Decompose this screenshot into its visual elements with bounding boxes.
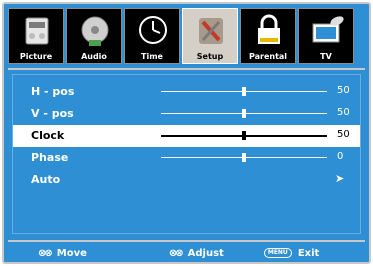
- slider-knob[interactable]: [242, 109, 246, 118]
- picture-icon: [25, 17, 49, 45]
- menu-row-v-pos[interactable]: V - pos 50: [13, 103, 360, 125]
- tab-setup[interactable]: Setup: [182, 8, 238, 64]
- tab-tv[interactable]: TV: [298, 8, 354, 64]
- satellite-tv-icon: [312, 16, 344, 43]
- footer-adjust-label: Adjust: [187, 247, 224, 259]
- menu-item-label: H - pos: [31, 85, 75, 98]
- menu-item-label: V - pos: [31, 107, 74, 120]
- updown-arrows-icon: ⊗⊗: [38, 247, 53, 259]
- menu-item-label: Auto: [31, 173, 61, 186]
- menu-row-clock[interactable]: Clock 50: [13, 125, 360, 147]
- divider: [8, 68, 365, 70]
- osd-menu-window: Picture Audio Time Setup Parental TV H -…: [2, 2, 371, 264]
- slider-knob[interactable]: [242, 131, 246, 140]
- leftright-arrows-icon: ⊗⊗: [168, 247, 184, 259]
- footer-adjust-hint: ⊗⊗ Adjust: [169, 248, 224, 259]
- menu-item-label: Clock: [31, 129, 65, 142]
- menu-row-auto[interactable]: Auto ➤: [13, 169, 360, 191]
- tab-time[interactable]: Time: [124, 8, 180, 64]
- tab-parental[interactable]: Parental: [240, 8, 296, 64]
- setup-tools-icon: [199, 18, 223, 44]
- clock-icon: [139, 16, 167, 44]
- arrow-right-icon[interactable]: ➤: [335, 172, 344, 185]
- tab-label: Parental: [248, 52, 288, 61]
- footer-exit-label: Exit: [297, 247, 320, 259]
- setup-menu-list: H - pos 50 V - pos 50 Clock 50 Phase 0 A…: [12, 74, 361, 234]
- slider-value: 50: [337, 107, 350, 118]
- slider-knob[interactable]: [242, 87, 246, 96]
- category-tab-bar: Picture Audio Time Setup Parental TV: [8, 8, 365, 64]
- audio-icon: [81, 16, 109, 46]
- footer-exit-hint: MENU Exit: [263, 247, 320, 259]
- tab-audio[interactable]: Audio: [66, 8, 122, 64]
- tab-label: TV: [320, 52, 332, 61]
- tab-label: Time: [141, 52, 163, 61]
- menu-key-icon: MENU: [263, 248, 292, 258]
- slider-value: 50: [337, 129, 350, 140]
- tab-label: Picture: [19, 52, 53, 61]
- menu-item-label: Phase: [31, 151, 69, 164]
- tab-label: Audio: [81, 52, 107, 61]
- tab-picture[interactable]: Picture: [8, 8, 64, 64]
- menu-row-phase[interactable]: Phase 0: [13, 147, 360, 169]
- footer-hint-bar: ⊗⊗ Move ⊗⊗ Adjust MENU Exit: [8, 240, 365, 262]
- lock-icon: [258, 14, 280, 44]
- tab-label: Setup: [196, 52, 224, 61]
- slider-knob[interactable]: [242, 153, 246, 162]
- footer-move-hint: ⊗⊗ Move: [38, 248, 87, 259]
- footer-move-label: Move: [56, 247, 87, 259]
- slider-value: 0: [337, 151, 344, 162]
- slider-value: 50: [337, 85, 350, 96]
- menu-row-h-pos[interactable]: H - pos 50: [13, 81, 360, 103]
